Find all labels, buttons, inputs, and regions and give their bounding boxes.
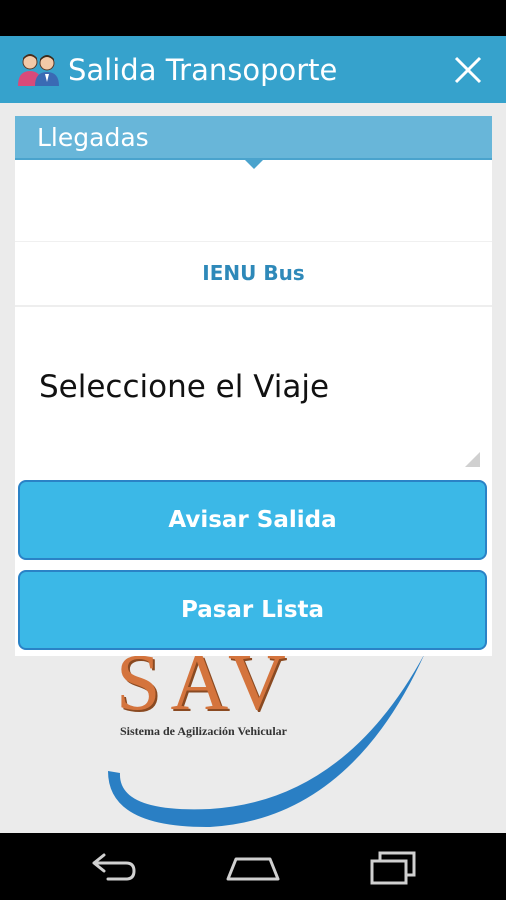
close-icon[interactable] — [450, 52, 486, 88]
notify-departure-button[interactable]: Avisar Salida — [18, 480, 487, 560]
roll-call-button[interactable]: Pasar Lista — [18, 570, 487, 650]
bus-label: IENU Bus — [202, 261, 305, 285]
recent-apps-icon[interactable] — [358, 843, 428, 891]
trip-select-placeholder: Seleccione el Viaje — [39, 369, 330, 405]
logo-subtitle: Sistema de Agilización Vehicular — [120, 724, 288, 738]
back-icon[interactable] — [78, 843, 148, 891]
header-arrow-indicator — [245, 160, 263, 169]
trip-panel: Llegadas IENU Bus Seleccione el Viaje Av… — [15, 116, 492, 656]
users-icon — [16, 52, 62, 88]
section-title: Llegadas — [37, 123, 149, 152]
empty-row — [15, 171, 492, 242]
content-area: SAV Sistema de Agilización Vehicular Lle… — [0, 103, 506, 833]
bus-row[interactable]: IENU Bus — [15, 241, 492, 307]
navigation-bar — [0, 833, 506, 900]
trip-select-field[interactable]: Seleccione el Viaje — [15, 307, 492, 469]
resize-grip-icon — [465, 452, 480, 467]
action-bar: Salida Transoporte — [0, 36, 506, 103]
status-bar — [0, 0, 506, 36]
home-icon[interactable] — [218, 843, 288, 891]
app-title: Salida Transoporte — [68, 53, 338, 87]
section-header: Llegadas — [15, 116, 492, 160]
